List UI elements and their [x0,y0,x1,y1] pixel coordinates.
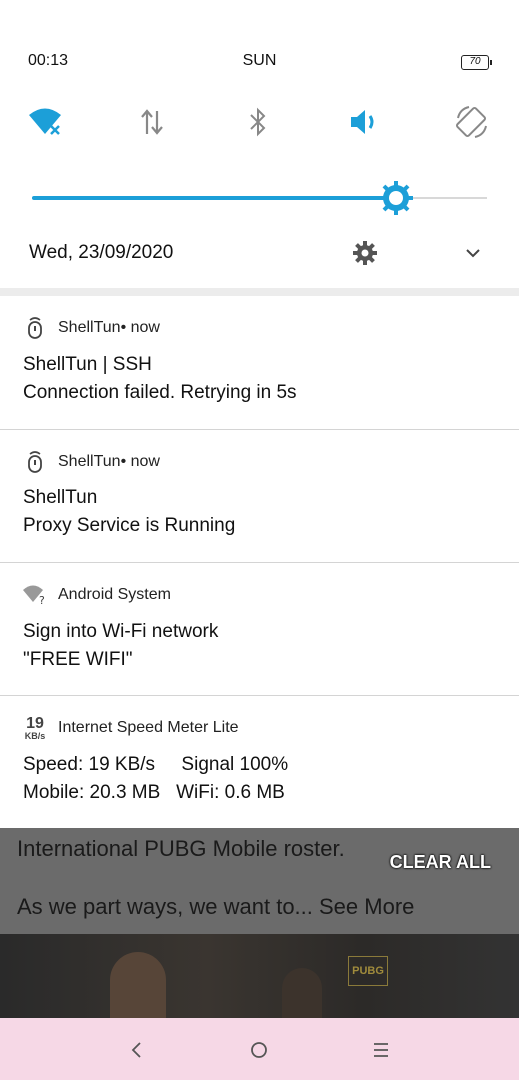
status-bar: 00:13 SUN 70 [0,0,519,92]
wifi-question-icon: ? [22,583,48,607]
date-row: Wed, 23/09/2020 [0,232,519,276]
battery-icon: 70 [461,55,492,70]
notification-header: 19 KB/s Internet Speed Meter Lite [22,714,239,741]
rotate-toggle[interactable] [448,98,496,146]
sound-toggle[interactable] [341,98,389,146]
brightness-fill [32,196,396,200]
quick-toggles [0,98,519,146]
notification-time: • now [120,453,160,470]
background-image-person [110,952,166,1018]
clear-all-button[interactable]: CLEAR ALL [390,852,491,873]
notification-android-system[interactable]: ? Android System Sign into Wi-Fi network… [0,563,519,695]
notification-title: ShellTun [23,487,98,508]
home-icon[interactable] [245,1036,273,1064]
menu-icon[interactable] [367,1036,395,1064]
svg-text:?: ? [39,594,45,606]
notification-speed-meter[interactable]: 19 KB/s Internet Speed Meter Lite Speed: … [0,696,519,828]
notification-time: • now [120,319,160,336]
brightness-thumb-icon[interactable] [379,181,413,215]
notification-shelltun-ssh[interactable]: ShellTun • now ShellTun | SSH Connection… [0,296,519,429]
day-label: SUN [242,52,277,69]
bluetooth-toggle[interactable] [234,98,282,146]
app-name: ShellTun [58,319,121,336]
notification-text: Mobile: 20.3 MB WiFi: 0.6 MB [23,782,285,803]
notification-text: Proxy Service is Running [23,515,236,536]
notification-shelltun-proxy[interactable]: ShellTun • now ShellTun Proxy Service is… [0,430,519,562]
background-image [0,934,519,1018]
volume-icon [351,110,374,134]
back-icon[interactable] [123,1036,151,1064]
notification-header: ? Android System [22,583,171,607]
background-image-person [282,968,322,1018]
background-text: International PUBG Mobile roster. [17,836,345,861]
background-text: As we part ways, we want to... See More [17,894,415,919]
wifi-toggle[interactable] [22,98,70,146]
notification-title: ShellTun | SSH [23,354,152,375]
mobile-data-toggle[interactable] [128,98,176,146]
notification-header: ShellTun • now [22,316,160,340]
separator [0,288,519,296]
chevron-down-icon[interactable] [462,242,484,264]
brightness-slider[interactable] [32,178,487,218]
date-label: Wed, 23/09/2020 [29,242,174,263]
notification-title: Sign into Wi-Fi network [23,621,219,642]
wifi-off-icon [29,108,61,135]
notification-text: "FREE WIFI" [23,649,133,670]
shelltun-icon [22,450,48,474]
app-name: Internet Speed Meter Lite [58,719,239,736]
bluetooth-icon [250,107,266,137]
notification-title: Speed: 19 KB/s Signal 100% [23,754,289,775]
notification-header: ShellTun • now [22,450,160,474]
mobile-data-icon [141,109,163,135]
speed-meter-icon: 19 KB/s [24,714,46,741]
shelltun-icon [22,316,48,340]
auto-rotate-icon [455,106,487,138]
pubg-logo: PUBG [348,956,388,986]
navigation-bar [0,1018,519,1080]
gear-icon[interactable] [352,240,378,266]
app-name: Android System [58,586,171,603]
notification-text: Connection failed. Retrying in 5s [23,382,297,403]
app-name: ShellTun [58,453,121,470]
